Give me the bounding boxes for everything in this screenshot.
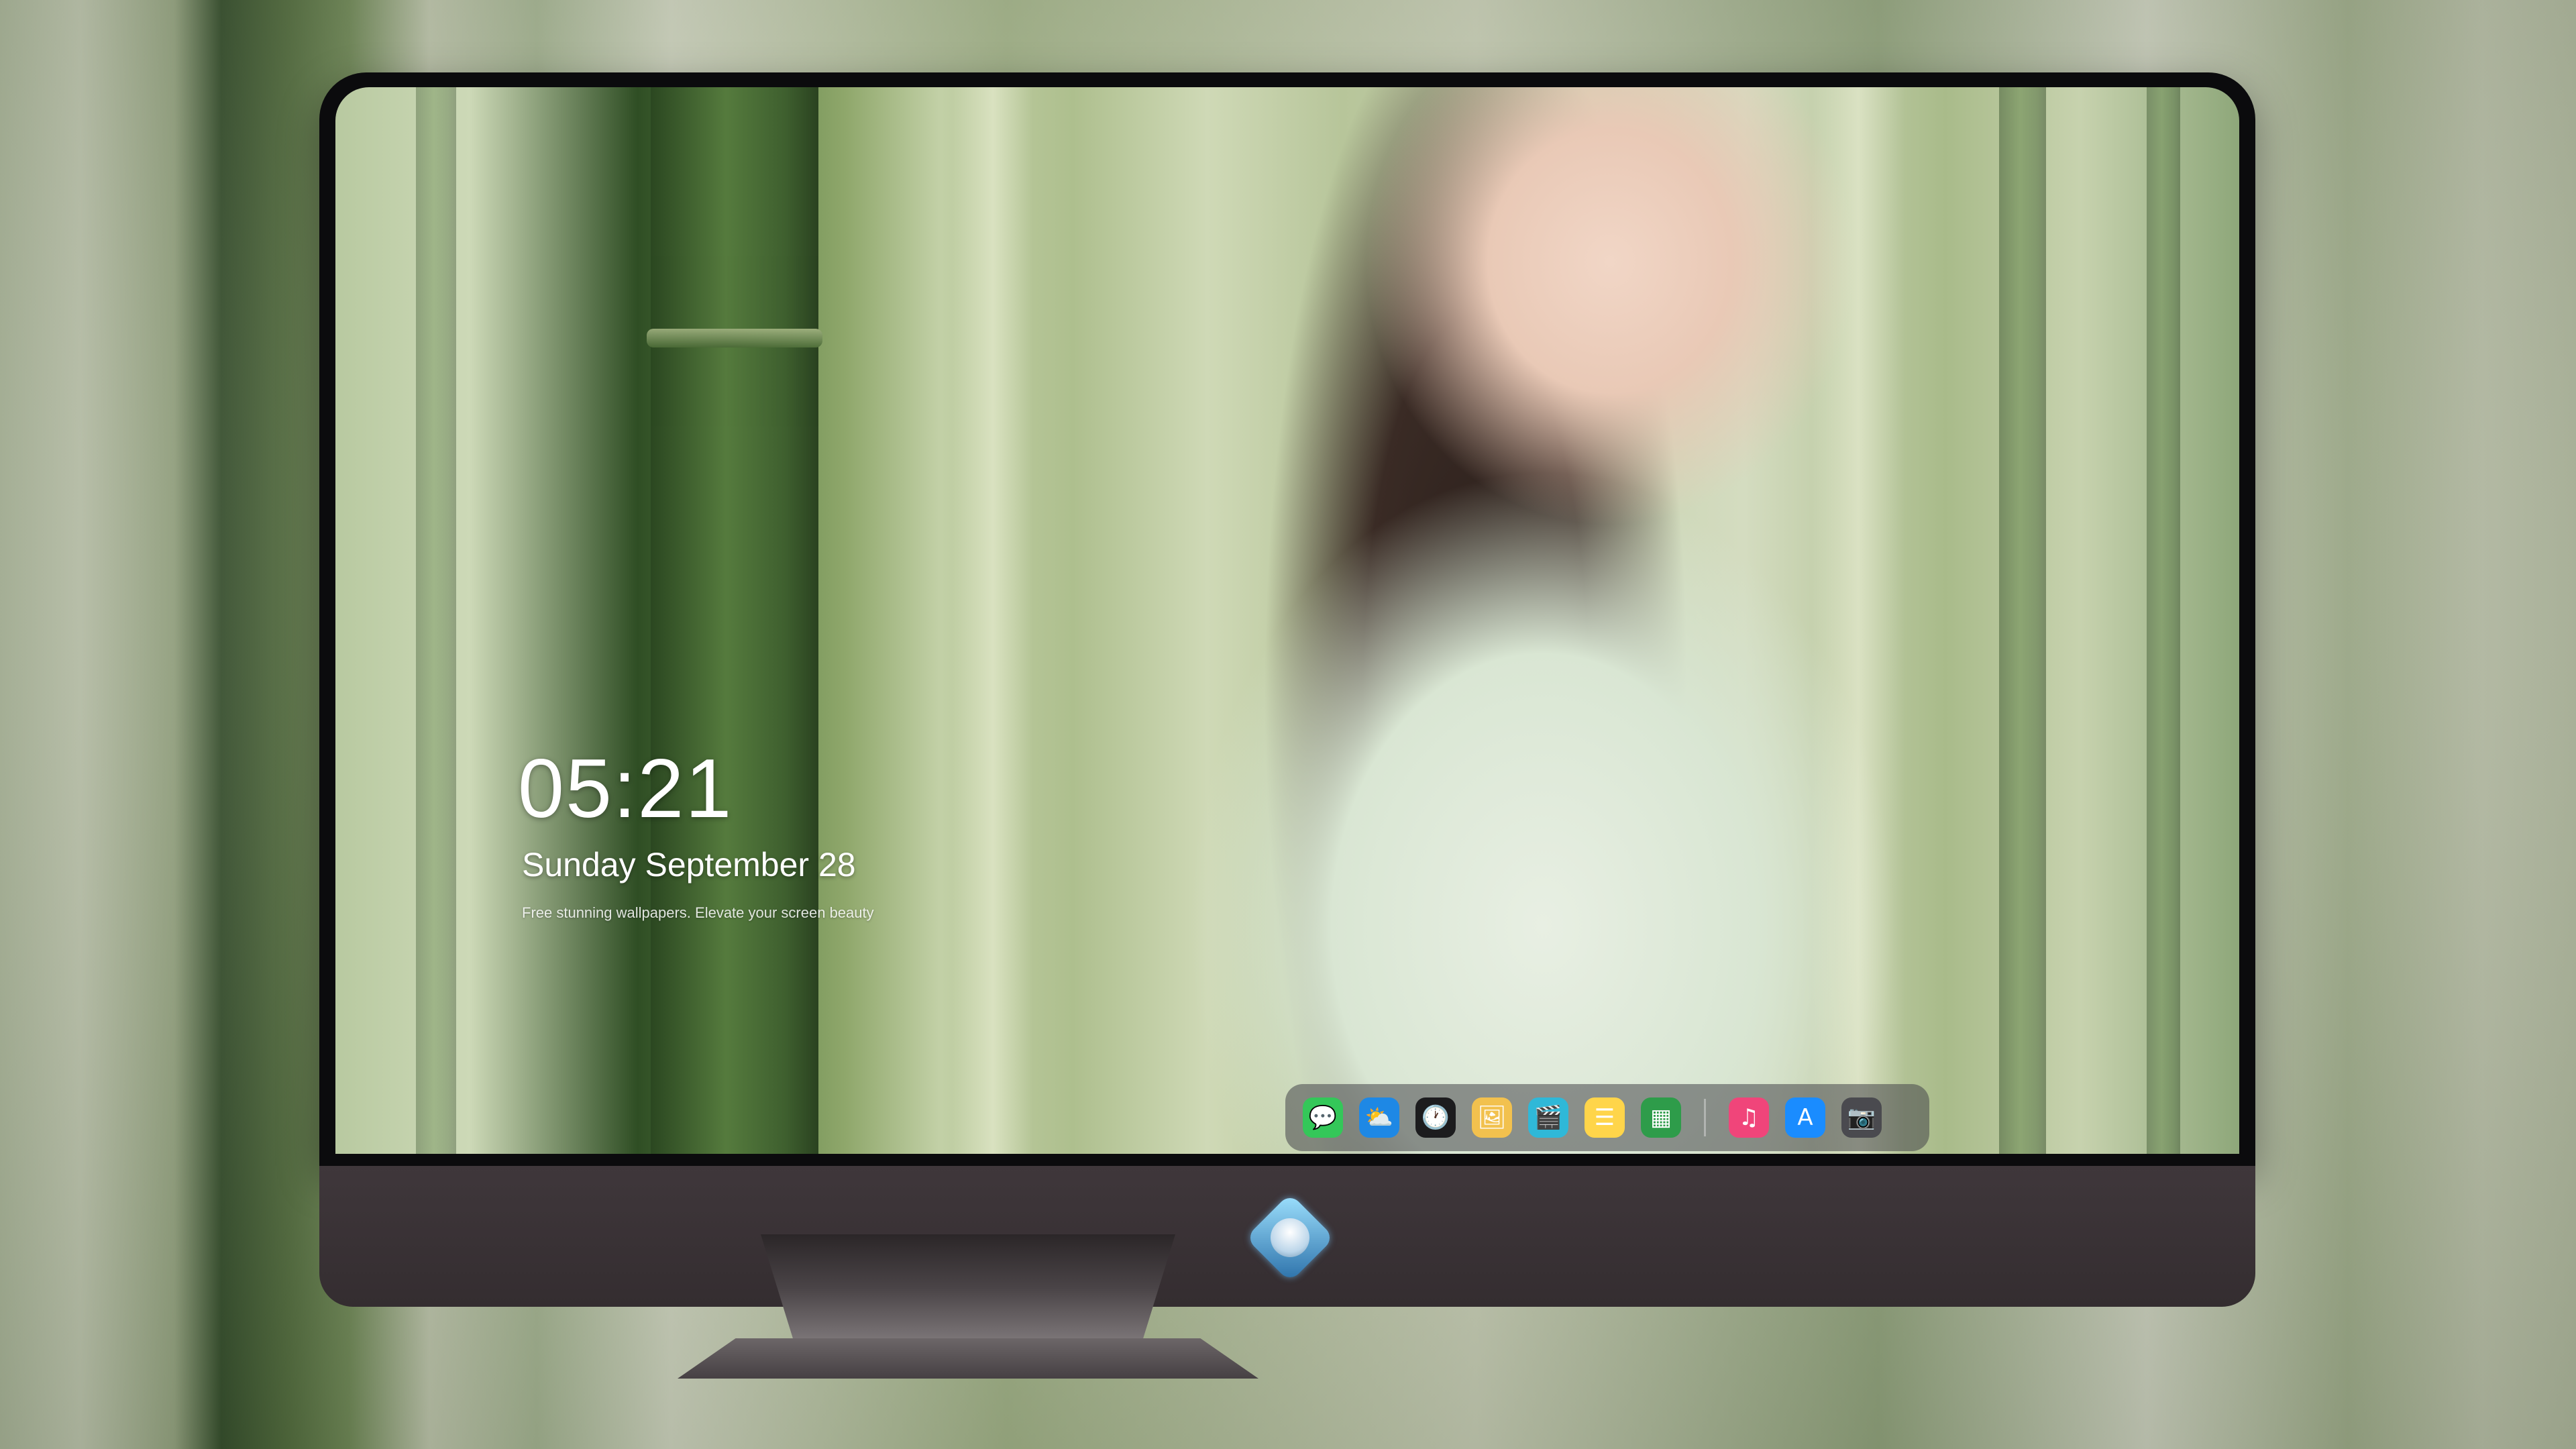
clock-icon[interactable]: 🕐 [1415, 1097, 1456, 1138]
messages-icon[interactable]: 💬 [1303, 1097, 1343, 1138]
dock-separator [1704, 1099, 1706, 1136]
clips-icon[interactable]: 🎬 [1528, 1097, 1568, 1138]
lock-clock: 05:21 [518, 743, 733, 835]
bamboo-stalk [647, 87, 822, 1154]
wallpaper-screen: 05:21 Sunday September 28 Free stunning … [335, 87, 2239, 1154]
camera-icon[interactable]: 📷 [1841, 1097, 1882, 1138]
bamboo-stalk [416, 87, 456, 1154]
bamboo-stalk [2147, 87, 2180, 1154]
lock-date: Sunday September 28 [522, 846, 856, 883]
preview-icon[interactable]: 🖼 [1472, 1097, 1512, 1138]
bamboo-stalk [1999, 87, 2046, 1154]
light-stalk [1811, 87, 1905, 1154]
lock-tagline: Free stunning wallpapers. Elevate your s… [522, 904, 874, 921]
monitor-stand-neck [761, 1234, 1175, 1342]
monitor-stand-foot [678, 1338, 1258, 1379]
music-icon[interactable]: ♫ [1729, 1097, 1769, 1138]
app-store-icon[interactable]: A [1785, 1097, 1825, 1138]
weather-icon[interactable]: ⛅ [1359, 1097, 1399, 1138]
monitor-bezel: 05:21 Sunday September 28 Free stunning … [319, 72, 2255, 1166]
notes-icon[interactable]: ☰ [1585, 1097, 1625, 1138]
monitor: 05:21 Sunday September 28 Free stunning … [319, 72, 2255, 1307]
monitor-chin [319, 1166, 2255, 1307]
dock: 💬 ⛅ 🕐 🖼 🎬 ☰ ▦ ♫ A 📷 [1285, 1084, 1929, 1151]
numbers-icon[interactable]: ▦ [1641, 1097, 1681, 1138]
light-stalk [953, 87, 1033, 1154]
brand-logo-icon [1245, 1193, 1335, 1283]
